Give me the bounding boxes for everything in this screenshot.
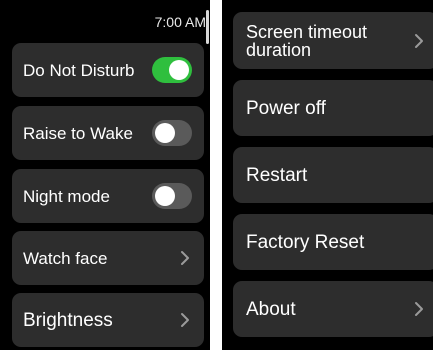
screen-timeout-setting[interactable]: Screen timeout duration xyxy=(233,12,433,69)
power-off-button[interactable]: Power off xyxy=(233,80,433,136)
night-mode-toggle[interactable] xyxy=(152,183,192,209)
watch-face-label: Watch face xyxy=(23,248,108,268)
toggle-knob xyxy=(155,123,175,143)
restart-label: Restart xyxy=(246,164,308,186)
do-not-disturb-toggle[interactable] xyxy=(152,57,192,83)
about-setting[interactable]: About xyxy=(233,281,433,337)
scroll-indicator[interactable] xyxy=(206,10,209,44)
brightness-label: Brightness xyxy=(23,309,113,331)
night-mode-setting[interactable]: Night mode xyxy=(12,169,204,223)
toggle-knob xyxy=(155,186,175,206)
factory-reset-button[interactable]: Factory Reset xyxy=(233,214,433,270)
raise-to-wake-setting[interactable]: Raise to Wake xyxy=(12,106,204,160)
about-label: About xyxy=(246,298,296,320)
raise-to-wake-toggle[interactable] xyxy=(152,120,192,146)
status-time: 7:00 AM xyxy=(154,14,206,30)
watch-face-setting[interactable]: Watch face xyxy=(12,231,204,285)
raise-to-wake-label: Raise to Wake xyxy=(23,123,133,143)
brightness-setting[interactable]: Brightness xyxy=(12,293,204,347)
chevron-right-icon xyxy=(415,302,423,316)
night-mode-label: Night mode xyxy=(23,186,110,206)
chevron-right-icon xyxy=(415,33,423,48)
toggle-knob xyxy=(169,60,189,80)
left-watch-screen: 7:00 AM Do Not Disturb Raise to Wake Nig… xyxy=(0,0,210,350)
chevron-right-icon xyxy=(181,251,189,265)
screen-timeout-label: Screen timeout duration xyxy=(246,21,368,60)
right-watch-screen: Screen timeout duration Power off Restar… xyxy=(222,0,433,350)
restart-button[interactable]: Restart xyxy=(233,147,433,203)
chevron-right-icon xyxy=(181,313,189,327)
do-not-disturb-label: Do Not Disturb xyxy=(23,60,135,80)
factory-reset-label: Factory Reset xyxy=(246,231,365,253)
do-not-disturb-setting[interactable]: Do Not Disturb xyxy=(12,43,204,97)
power-off-label: Power off xyxy=(246,97,326,119)
